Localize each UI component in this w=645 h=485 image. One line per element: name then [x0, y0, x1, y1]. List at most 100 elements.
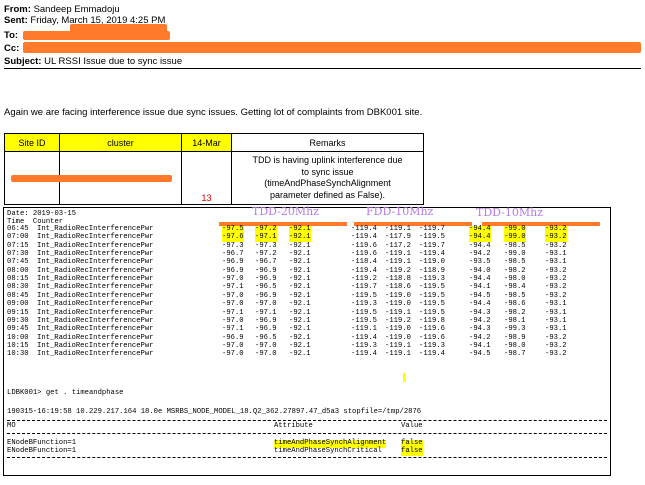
- annotation-tdd10: TDD-10Mhz: [476, 206, 544, 219]
- row-value: -93.5: [469, 258, 491, 267]
- header-site-id: Site ID: [4, 133, 60, 152]
- site-table: Site ID cluster 14-Mar Remarks 13 TDD is…: [4, 133, 424, 205]
- annotation-tdd20: TDD-20Mhz: [252, 205, 320, 218]
- mo-cell: ENodeBFunction=1: [7, 447, 77, 455]
- row-value: -97.0: [222, 350, 244, 359]
- from-label: From:: [4, 4, 31, 15]
- row-value: -94.3: [469, 325, 491, 334]
- row-value: -119.4: [351, 233, 377, 242]
- site-table-header: Site ID cluster 14-Mar Remarks: [4, 133, 424, 152]
- annotation-fdd10: FDD-10Mhz: [366, 205, 434, 218]
- row-value: -119.4: [351, 350, 377, 359]
- row-counter: Int_RadioRecInterferencePwr: [37, 300, 154, 309]
- remarks-line: (timeAndPhaseSynchAlignment: [264, 178, 391, 188]
- value-header: Value: [401, 422, 423, 430]
- redaction-to: [23, 31, 170, 40]
- row-value: -119.5: [419, 300, 445, 309]
- separator: [7, 433, 607, 434]
- attribute-header: Attribute: [274, 422, 313, 430]
- row-value: -92.1: [289, 325, 311, 334]
- row-counter: Int_RadioRecInterferencePwr: [37, 258, 154, 267]
- terminal-screenshot: Date: 2019-03-15 Time Counter TDD-20Mhz …: [3, 205, 611, 476]
- email-body: Again we are facing interference issue d…: [4, 107, 423, 118]
- row-value: -119.1: [351, 325, 377, 334]
- separator: [7, 457, 607, 458]
- row-value: -119.6: [419, 325, 445, 334]
- row-value: -97.1: [222, 325, 244, 334]
- row-time: 09:45: [7, 325, 29, 334]
- subject-line: Subject: UL RSSI Issue due to sync issue: [4, 56, 182, 67]
- header-date: 14-Mar: [181, 133, 232, 152]
- value-cell: false: [401, 447, 423, 456]
- row-value: -118.4: [351, 258, 377, 267]
- remarks-line: parameter defined as False).: [269, 189, 386, 200]
- row-value: -119.1: [385, 350, 411, 359]
- subject-value: UL RSSI Issue due to sync issue: [44, 56, 183, 67]
- row-value: -119.4: [419, 350, 445, 359]
- separator: [7, 420, 607, 421]
- highlight-cursor: [403, 373, 406, 382]
- row-value: -96.9: [222, 258, 244, 267]
- row-value: -96.9: [255, 325, 277, 334]
- row-value: -97.0: [255, 300, 277, 309]
- row-value: -98.6: [504, 300, 526, 309]
- attribute-cell: timeAndPhaseSynchCritical: [274, 447, 382, 455]
- header-cluster: cluster: [59, 133, 182, 152]
- row-value: -96.7: [255, 258, 277, 267]
- command-line: LDBK001> get . timeandphase: [7, 389, 124, 397]
- from-line: From: Sandeep Emmadoju: [4, 4, 120, 15]
- row-counter: Int_RadioRecInterferencePwr: [37, 350, 154, 359]
- row-value: -119.0: [385, 325, 411, 334]
- header-remarks: Remarks: [231, 133, 424, 152]
- row-value: -92.1: [289, 233, 311, 243]
- row-value: -92.1: [289, 350, 311, 359]
- row-value: -94.4: [469, 233, 491, 243]
- row-value: -93.1: [545, 325, 567, 334]
- row-value: -98.7: [504, 350, 526, 359]
- redaction-site: [11, 175, 172, 182]
- status-line: 190315-16:19:58 10.229.217.164 18.0e MSR…: [7, 408, 422, 416]
- cell-14mar: 13: [181, 151, 232, 205]
- row-value: -119.3: [351, 300, 377, 309]
- row-value: -119.0: [385, 300, 411, 309]
- value-14mar: 13: [201, 193, 212, 203]
- row-value: -97.1: [255, 233, 277, 243]
- row-value: -99.0: [504, 233, 526, 243]
- cc-label: Cc:: [4, 43, 20, 54]
- row-value: -119.5: [419, 233, 445, 242]
- header-divider: [4, 68, 641, 69]
- row-value: -97.0: [222, 300, 244, 309]
- row-time: 07:00: [7, 233, 29, 242]
- row-value: -117.9: [385, 233, 411, 242]
- remarks-line: TDD is having uplink interference due: [252, 155, 403, 165]
- row-value: -92.1: [289, 300, 311, 309]
- subject-label: Subject:: [4, 56, 42, 67]
- row-counter: Int_RadioRecInterferencePwr: [37, 325, 154, 334]
- row-value: -94.5: [469, 350, 491, 359]
- redaction-cc: [23, 42, 641, 53]
- row-value: -119.0: [419, 258, 445, 267]
- row-time: 09:00: [7, 300, 29, 309]
- mo-header: MO: [7, 422, 16, 430]
- row-value: -93.1: [545, 300, 567, 309]
- from-value: Sandeep Emmadoju: [33, 4, 120, 15]
- to-label: To:: [4, 30, 19, 41]
- row-value: -119.1: [385, 258, 411, 267]
- annotation-bar: [482, 222, 600, 226]
- remarks-line: to sync issue: [301, 166, 354, 177]
- to-line: To:: [4, 30, 18, 41]
- row-value: -98.5: [504, 258, 526, 267]
- row-value: -92.1: [289, 258, 311, 267]
- row-time: 10:30: [7, 350, 29, 359]
- cc-line: Cc:: [4, 43, 19, 54]
- cell-remarks: TDD is having uplink interference due to…: [231, 151, 424, 205]
- row-value: -93.1: [545, 258, 567, 267]
- sent-label: Sent:: [4, 15, 28, 26]
- row-value: -99.3: [504, 325, 526, 334]
- row-value: -97.0: [255, 350, 277, 359]
- row-value: -93.2: [545, 350, 567, 359]
- row-value: -93.2: [545, 233, 567, 243]
- row-value: -94.4: [469, 300, 491, 309]
- row-counter: Int_RadioRecInterferencePwr: [37, 233, 154, 242]
- row-time: 07:45: [7, 258, 29, 267]
